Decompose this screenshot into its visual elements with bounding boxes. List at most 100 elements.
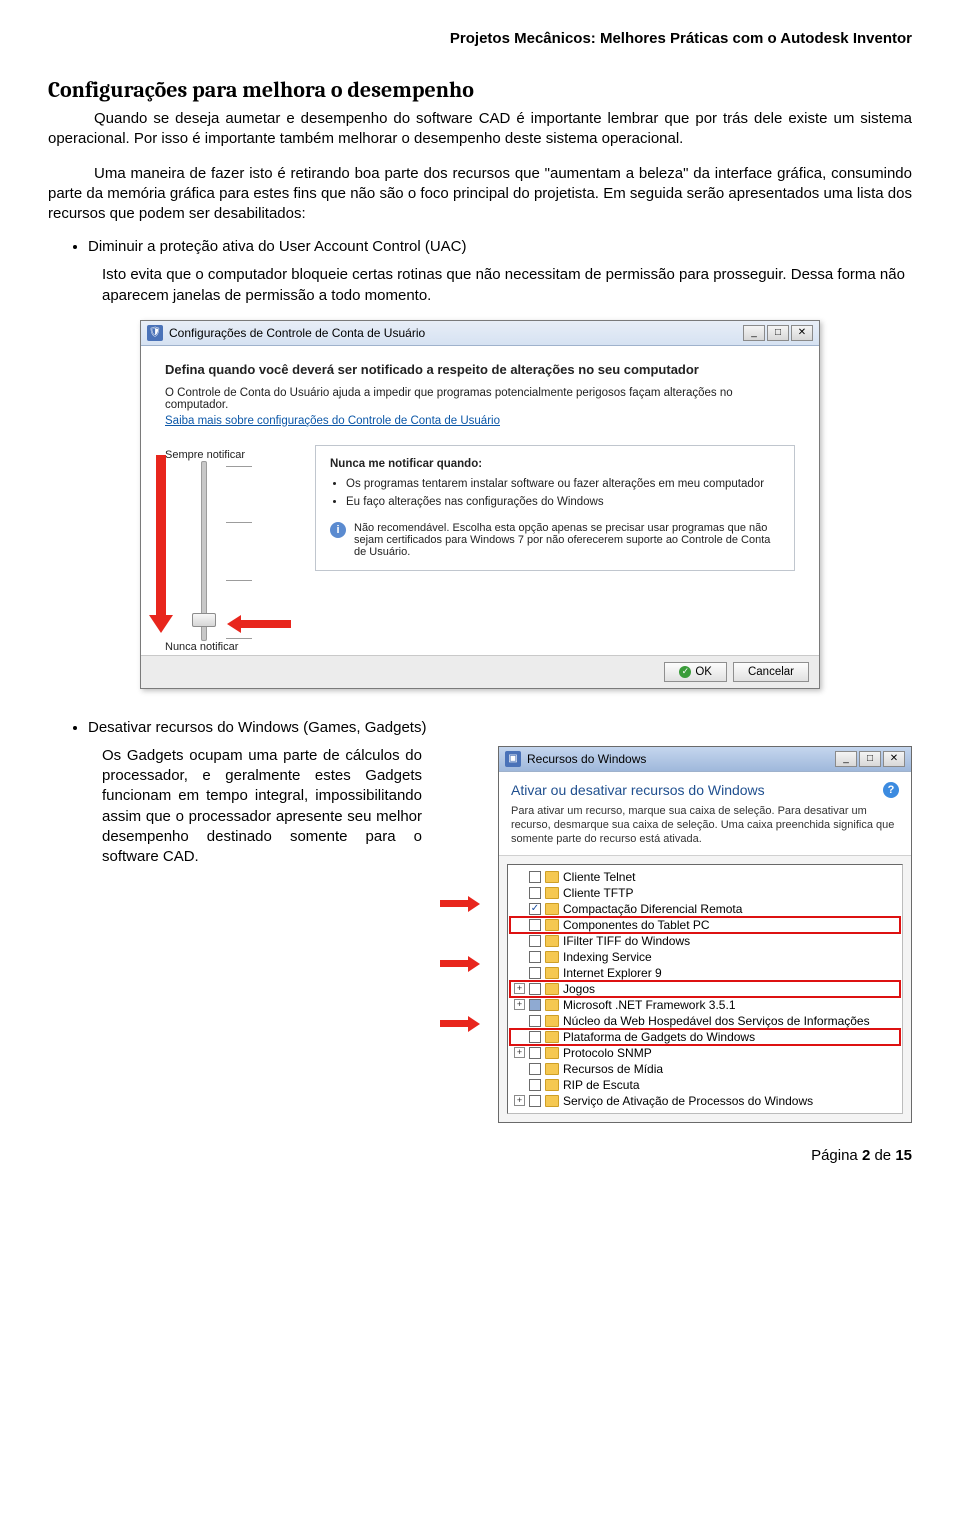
- uac-notify-item-2: Eu faço alterações nas configurações do …: [346, 496, 780, 508]
- maximize-button[interactable]: □: [859, 751, 881, 767]
- paragraph-1: Quando se deseja aumetar e desempenho do…: [48, 109, 912, 150]
- footer-mid: de: [870, 1147, 895, 1164]
- feature-label: Núcleo da Web Hospedável dos Serviços de…: [563, 1014, 870, 1028]
- feature-row[interactable]: + Protocolo SNMP: [510, 1045, 900, 1061]
- feature-row[interactable]: IFilter TIFF do Windows: [510, 933, 900, 949]
- feature-checkbox[interactable]: [529, 1047, 541, 1059]
- feature-row[interactable]: Núcleo da Web Hospedável dos Serviços de…: [510, 1013, 900, 1029]
- folder-icon: [545, 1015, 559, 1027]
- folder-icon: [545, 1079, 559, 1091]
- ok-check-icon: ✓: [679, 666, 691, 678]
- features-heading: Ativar ou desativar recursos do Windows: [511, 782, 765, 798]
- feature-checkbox[interactable]: [529, 999, 541, 1011]
- uac-titlebar[interactable]: 🛡 Configurações de Controle de Conta de …: [141, 321, 819, 346]
- folder-icon: [545, 919, 559, 931]
- expand-toggle: [514, 887, 525, 898]
- feature-checkbox[interactable]: [529, 1031, 541, 1043]
- cancel-label: Cancelar: [748, 666, 794, 678]
- slider-bottom-label: Nunca notificar: [165, 641, 238, 653]
- feature-label: Cliente TFTP: [563, 886, 633, 900]
- expand-toggle[interactable]: +: [514, 999, 525, 1010]
- feature-label: Microsoft .NET Framework 3.5.1: [563, 998, 736, 1012]
- paragraph-2: Uma maneira de fazer isto é retirando bo…: [48, 164, 912, 225]
- feature-row[interactable]: Plataforma de Gadgets do Windows: [510, 1029, 900, 1045]
- feature-checkbox[interactable]: [529, 919, 541, 931]
- footer-page-total: 15: [895, 1147, 912, 1164]
- feature-label: Protocolo SNMP: [563, 1046, 652, 1060]
- annotation-arrow-left-icon: [227, 615, 291, 633]
- feature-label: Internet Explorer 9: [563, 966, 662, 980]
- folder-icon: [545, 871, 559, 883]
- uac-slider-thumb[interactable]: [192, 613, 216, 627]
- folder-icon: [545, 903, 559, 915]
- minimize-button[interactable]: _: [743, 325, 765, 341]
- feature-row[interactable]: Cliente TFTP: [510, 885, 900, 901]
- feature-checkbox[interactable]: [529, 1079, 541, 1091]
- feature-label: IFilter TIFF do Windows: [563, 934, 690, 948]
- uac-learn-more-link[interactable]: Saiba mais sobre configurações do Contro…: [165, 415, 500, 427]
- folder-icon: [545, 1063, 559, 1075]
- folder-icon: [545, 1031, 559, 1043]
- minimize-button[interactable]: _: [835, 751, 857, 767]
- feature-row[interactable]: Componentes do Tablet PC: [510, 917, 900, 933]
- expand-toggle[interactable]: +: [514, 1095, 525, 1106]
- annotation-arrow-right-icon: [440, 956, 480, 972]
- features-window: ▣ Recursos do Windows _ □ ✕ Ativar ou de…: [498, 746, 912, 1123]
- features-list[interactable]: Cliente Telnet Cliente TFTPCompactação Di…: [507, 864, 903, 1114]
- expand-toggle: [514, 1015, 525, 1026]
- feature-checkbox[interactable]: [529, 1095, 541, 1107]
- feature-row[interactable]: Recursos de Mídia: [510, 1061, 900, 1077]
- feature-row[interactable]: RIP de Escuta: [510, 1077, 900, 1093]
- feature-label: Recursos de Mídia: [563, 1062, 663, 1076]
- feature-row[interactable]: Compactação Diferencial Remota: [510, 901, 900, 917]
- expand-toggle: [514, 903, 525, 914]
- annotation-arrow-right-icon: [440, 1016, 480, 1032]
- feature-label: Indexing Service: [563, 950, 652, 964]
- feature-checkbox[interactable]: [529, 951, 541, 963]
- expand-toggle: [514, 1031, 525, 1042]
- feature-checkbox[interactable]: [529, 871, 541, 883]
- uac-notify-item-1: Os programas tentarem instalar software …: [346, 478, 780, 490]
- expand-toggle: [514, 1063, 525, 1074]
- expand-toggle: [514, 871, 525, 882]
- annotation-arrows: [440, 746, 480, 1032]
- slider-top-label: Sempre notificar: [165, 449, 275, 461]
- feature-row[interactable]: + Microsoft .NET Framework 3.5.1: [510, 997, 900, 1013]
- close-button[interactable]: ✕: [883, 751, 905, 767]
- uac-title: Configurações de Controle de Conta de Us…: [169, 326, 425, 340]
- feature-checkbox[interactable]: [529, 1063, 541, 1075]
- feature-label: RIP de Escuta: [563, 1078, 640, 1092]
- feature-row[interactable]: Cliente Telnet: [510, 869, 900, 885]
- close-button[interactable]: ✕: [791, 325, 813, 341]
- feature-checkbox[interactable]: [529, 983, 541, 995]
- expand-toggle: [514, 935, 525, 946]
- feature-checkbox[interactable]: [529, 887, 541, 899]
- cancel-button[interactable]: Cancelar: [733, 662, 809, 682]
- bullet-features: Desativar recursos do Windows (Games, Ga…: [88, 719, 912, 736]
- feature-row[interactable]: Indexing Service: [510, 949, 900, 965]
- feature-checkbox[interactable]: [529, 1015, 541, 1027]
- feature-checkbox[interactable]: [529, 967, 541, 979]
- feature-checkbox[interactable]: [529, 903, 541, 915]
- folder-icon: [545, 935, 559, 947]
- feature-row[interactable]: +Serviço de Ativação de Processos do Win…: [510, 1093, 900, 1109]
- folder-icon: [545, 983, 559, 995]
- feature-label: Cliente Telnet: [563, 870, 636, 884]
- expand-toggle[interactable]: +: [514, 1047, 525, 1058]
- feature-label: Jogos: [563, 982, 595, 996]
- features-titlebar[interactable]: ▣ Recursos do Windows _ □ ✕: [499, 747, 911, 772]
- bullet-uac-desc: Isto evita que o computador bloqueie cer…: [102, 265, 912, 306]
- document-header: Projetos Mecânicos: Melhores Práticas co…: [48, 30, 912, 47]
- feature-checkbox[interactable]: [529, 935, 541, 947]
- annotation-arrow-down-icon: [153, 455, 169, 633]
- feature-row[interactable]: Internet Explorer 9: [510, 965, 900, 981]
- help-icon[interactable]: ?: [883, 782, 899, 798]
- expand-toggle: [514, 1079, 525, 1090]
- feature-row[interactable]: + Jogos: [510, 981, 900, 997]
- uac-heading: Defina quando você deverá ser notificado…: [165, 362, 795, 377]
- expand-toggle[interactable]: +: [514, 983, 525, 994]
- maximize-button[interactable]: □: [767, 325, 789, 341]
- ok-button[interactable]: ✓OK: [664, 662, 727, 682]
- folder-icon: [545, 1095, 559, 1107]
- features-title: Recursos do Windows: [527, 752, 646, 766]
